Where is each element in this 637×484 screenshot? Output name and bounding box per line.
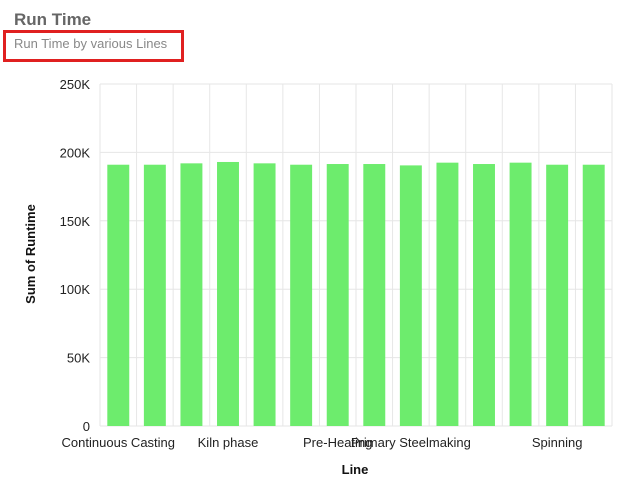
y-tick-label: 150K <box>60 214 91 229</box>
y-tick-label: 50K <box>67 351 90 366</box>
x-tick-label: Spinning <box>532 435 583 450</box>
bar[interactable] <box>546 164 569 426</box>
x-axis-title: Line <box>342 462 369 477</box>
grid-lines <box>99 83 613 427</box>
bar[interactable] <box>143 164 166 426</box>
bar[interactable] <box>363 164 386 426</box>
y-tick-label: 250K <box>60 77 91 92</box>
bar[interactable] <box>436 162 459 426</box>
bar[interactable] <box>399 165 422 426</box>
y-tick-label: 100K <box>60 282 91 297</box>
y-axis-title: Sum of Runtime <box>23 204 38 304</box>
x-tick-label: Continuous Casting <box>62 435 175 450</box>
y-tick-label: 200K <box>60 145 91 160</box>
bar[interactable] <box>253 163 276 426</box>
y-axis-ticks: 0 50K 100K 150K 200K 250K <box>60 77 91 434</box>
bar[interactable] <box>180 163 203 426</box>
bar[interactable] <box>326 164 349 426</box>
bar[interactable] <box>582 164 605 426</box>
bar-chart: 0 50K 100K 150K 200K 250K Continuous Casting K… <box>23 77 613 477</box>
bar[interactable] <box>107 164 130 426</box>
y-tick-label: 0 <box>83 419 90 434</box>
x-tick-label: Primary Steelmaking <box>351 435 471 450</box>
bar[interactable] <box>473 164 495 426</box>
x-tick-label: Kiln phase <box>198 435 259 450</box>
bar[interactable] <box>509 162 532 426</box>
x-axis-ticks: Continuous Casting Kiln phase Pre-HeatingP… <box>62 435 583 450</box>
bar[interactable] <box>290 164 313 426</box>
bar[interactable] <box>217 161 239 426</box>
